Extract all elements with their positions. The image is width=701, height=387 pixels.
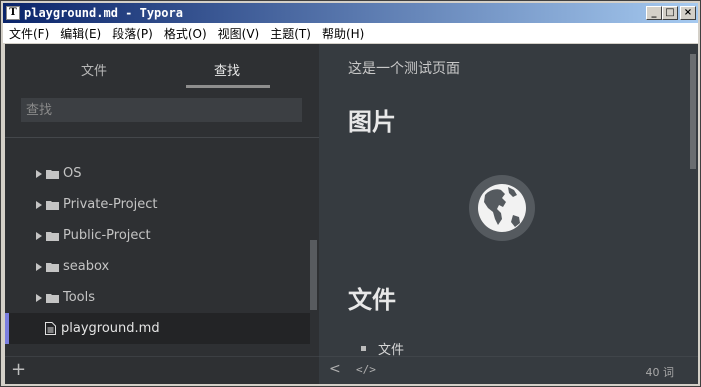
folder-icon — [46, 231, 59, 241]
menu-bar: 文件(F) 编辑(E) 段落(P) 格式(O) 视图(V) 主题(T) 帮助(H… — [3, 23, 698, 43]
maximize-button[interactable]: □ — [662, 6, 678, 20]
caret-right-icon[interactable] — [36, 231, 42, 240]
add-file-button[interactable]: + — [11, 359, 26, 380]
folder-icon — [46, 200, 59, 210]
menu-file[interactable]: 文件(F) — [3, 25, 54, 42]
folder-icon — [46, 262, 59, 272]
document-icon — [45, 322, 56, 335]
menu-format[interactable]: 格式(O) — [158, 25, 212, 42]
sidebar-footer: + — [5, 356, 319, 384]
typora-app-icon: T — [6, 6, 20, 20]
active-file-indicator — [5, 313, 9, 344]
tree-item-label: OS — [63, 166, 82, 181]
caret-right-icon[interactable] — [36, 169, 42, 178]
file-tree: OS Private-Project Public-Project seabox — [5, 158, 310, 344]
menu-edit[interactable]: 编辑(E) — [54, 25, 106, 42]
tree-item-label: playground.md — [61, 321, 160, 336]
divider — [5, 137, 319, 138]
caret-right-icon[interactable] — [36, 262, 42, 271]
tree-file-playground[interactable]: playground.md — [5, 313, 310, 344]
editor-scrollbar[interactable] — [690, 54, 696, 169]
bullet-icon — [361, 346, 366, 351]
app-window: T playground.md - Typora _ □ × 文件(F) 编辑(… — [0, 0, 701, 387]
close-button[interactable]: × — [680, 6, 696, 20]
menu-help[interactable]: 帮助(H) — [316, 25, 369, 42]
menu-theme[interactable]: 主题(T) — [264, 25, 316, 42]
minimize-button[interactable]: _ — [646, 6, 662, 20]
folder-icon — [46, 169, 59, 179]
tree-item-label: seabox — [63, 259, 110, 274]
tree-folder-seabox[interactable]: seabox — [5, 251, 310, 282]
sidebar: 文件 查找 OS Private-Project Public-Project — [5, 44, 319, 384]
sidebar-tabs: 文件 查找 — [5, 44, 319, 92]
caret-right-icon[interactable] — [36, 200, 42, 209]
tree-folder-private-project[interactable]: Private-Project — [5, 189, 310, 220]
globe-image-icon — [469, 175, 535, 241]
sidebar-scrollbar[interactable] — [310, 240, 317, 310]
window-title: playground.md - Typora — [24, 6, 183, 20]
source-code-mode-button[interactable]: </> — [356, 363, 376, 376]
word-count[interactable]: 40 词 — [646, 364, 675, 380]
editor-pane[interactable]: 这是一个测试页面 图片 文件 文件 < </> 40 词 — [319, 44, 698, 384]
tab-files[interactable]: 文件 — [81, 60, 107, 79]
tab-search[interactable]: 查找 — [214, 60, 240, 79]
toggle-sidebar-button[interactable]: < — [329, 361, 341, 377]
tree-item-label: Public-Project — [63, 228, 151, 243]
tree-folder-tools[interactable]: Tools — [5, 282, 310, 313]
tree-folder-public-project[interactable]: Public-Project — [5, 220, 310, 251]
active-tab-indicator — [186, 85, 270, 88]
tree-item-label: Tools — [63, 290, 96, 305]
editor-footer: < </> 40 词 — [319, 356, 698, 384]
search-input[interactable] — [21, 98, 302, 122]
tree-item-label: Private-Project — [63, 197, 158, 212]
tree-folder-os[interactable]: OS — [5, 158, 310, 189]
heading-images: 图片 — [348, 108, 396, 136]
heading-files: 文件 — [348, 286, 396, 314]
title-bar[interactable]: T playground.md - Typora _ □ × — [3, 3, 698, 23]
menu-paragraph[interactable]: 段落(P) — [106, 25, 158, 42]
caret-right-icon[interactable] — [36, 293, 42, 302]
folder-icon — [46, 293, 59, 303]
menu-view[interactable]: 视图(V) — [212, 25, 265, 42]
intro-paragraph: 这是一个测试页面 — [348, 61, 460, 77]
